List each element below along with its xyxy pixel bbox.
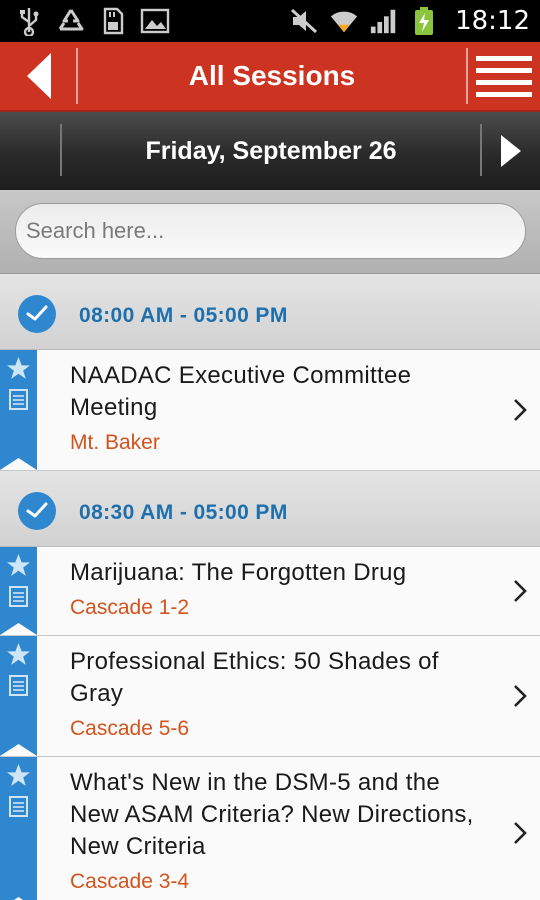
notepad-icon[interactable] (9, 585, 28, 607)
back-button[interactable] (0, 42, 78, 110)
notepad-icon[interactable] (9, 795, 28, 817)
sd-card-icon (98, 6, 128, 36)
session-list[interactable]: 08:00 AM - 05:00 PM NAADAC Executive Com… (0, 274, 540, 900)
time-group-header: 08:00 AM - 05:00 PM (0, 274, 540, 350)
next-day-button[interactable] (482, 112, 540, 190)
menu-button[interactable] (468, 42, 540, 110)
back-arrow-icon (27, 53, 51, 99)
session-item[interactable]: Professional Ethics: 50 Shades of Gray C… (0, 636, 540, 757)
page-title: All Sessions (188, 60, 356, 91)
app-header: All Sessions (0, 42, 540, 112)
session-room: Cascade 5-6 (70, 717, 190, 740)
hamburger-menu-icon-line (476, 67, 532, 73)
date-navigation: Friday, September 26 (0, 112, 540, 190)
star-icon[interactable] (6, 763, 31, 788)
clock-time: 18:12 (455, 6, 530, 36)
session-item[interactable]: Marijuana: The Forgotten Drug Cascade 1-… (0, 547, 540, 636)
chevron-right-icon (514, 399, 527, 421)
session-title: What's New in the DSM-5 and the New ASAM… (70, 769, 474, 860)
image-icon (140, 6, 170, 36)
notepad-icon[interactable] (9, 674, 28, 696)
signal-icon (369, 6, 399, 36)
time-group-header: 08:30 AM - 05:00 PM (0, 471, 540, 547)
ribbon-notch (0, 623, 37, 635)
ribbon-notch (13, 897, 24, 900)
chevron-right-icon (514, 822, 527, 844)
status-bar: 18:12 (0, 0, 540, 42)
star-icon[interactable] (6, 642, 31, 667)
session-item[interactable]: NAADAC Executive Committee Meeting Mt. B… (0, 350, 540, 471)
session-ribbon (0, 547, 37, 635)
battery-charging-icon (409, 6, 439, 36)
hamburger-menu-icon (476, 55, 532, 61)
session-ribbon (0, 636, 37, 756)
clock-icon (18, 492, 56, 530)
session-room: Mt. Baker (70, 431, 160, 454)
current-date: Friday, September 26 (145, 137, 397, 165)
session-title: NAADAC Executive Committee Meeting (70, 362, 412, 421)
chevron-right-icon (514, 685, 527, 707)
usb-icon (14, 6, 44, 36)
ribbon-notch (0, 458, 37, 470)
session-title: Professional Ethics: 50 Shades of Gray (70, 648, 439, 707)
next-arrow-icon (501, 135, 521, 167)
session-item[interactable]: What's New in the DSM-5 and the New ASAM… (0, 757, 540, 900)
recycle-icon (56, 6, 86, 36)
mute-icon (289, 6, 319, 36)
notepad-icon[interactable] (9, 388, 28, 410)
search-input[interactable] (15, 203, 526, 259)
session-room: Cascade 3-4 (70, 870, 190, 893)
time-range: 08:00 AM - 05:00 PM (79, 304, 288, 327)
session-ribbon (0, 350, 37, 470)
session-ribbon (0, 757, 37, 900)
wifi-icon (329, 6, 359, 36)
session-title: Marijuana: The Forgotten Drug (70, 559, 407, 586)
clock-icon (18, 295, 56, 333)
chevron-right-icon (514, 580, 527, 602)
time-range: 08:30 AM - 05:00 PM (79, 501, 288, 524)
star-icon[interactable] (6, 356, 31, 381)
session-room: Cascade 1-2 (70, 596, 190, 619)
star-icon[interactable] (6, 553, 31, 578)
hamburger-menu-icon-line (476, 91, 532, 97)
search-bar (0, 190, 540, 274)
hamburger-menu-icon-line (476, 79, 532, 85)
ribbon-notch (0, 744, 37, 756)
